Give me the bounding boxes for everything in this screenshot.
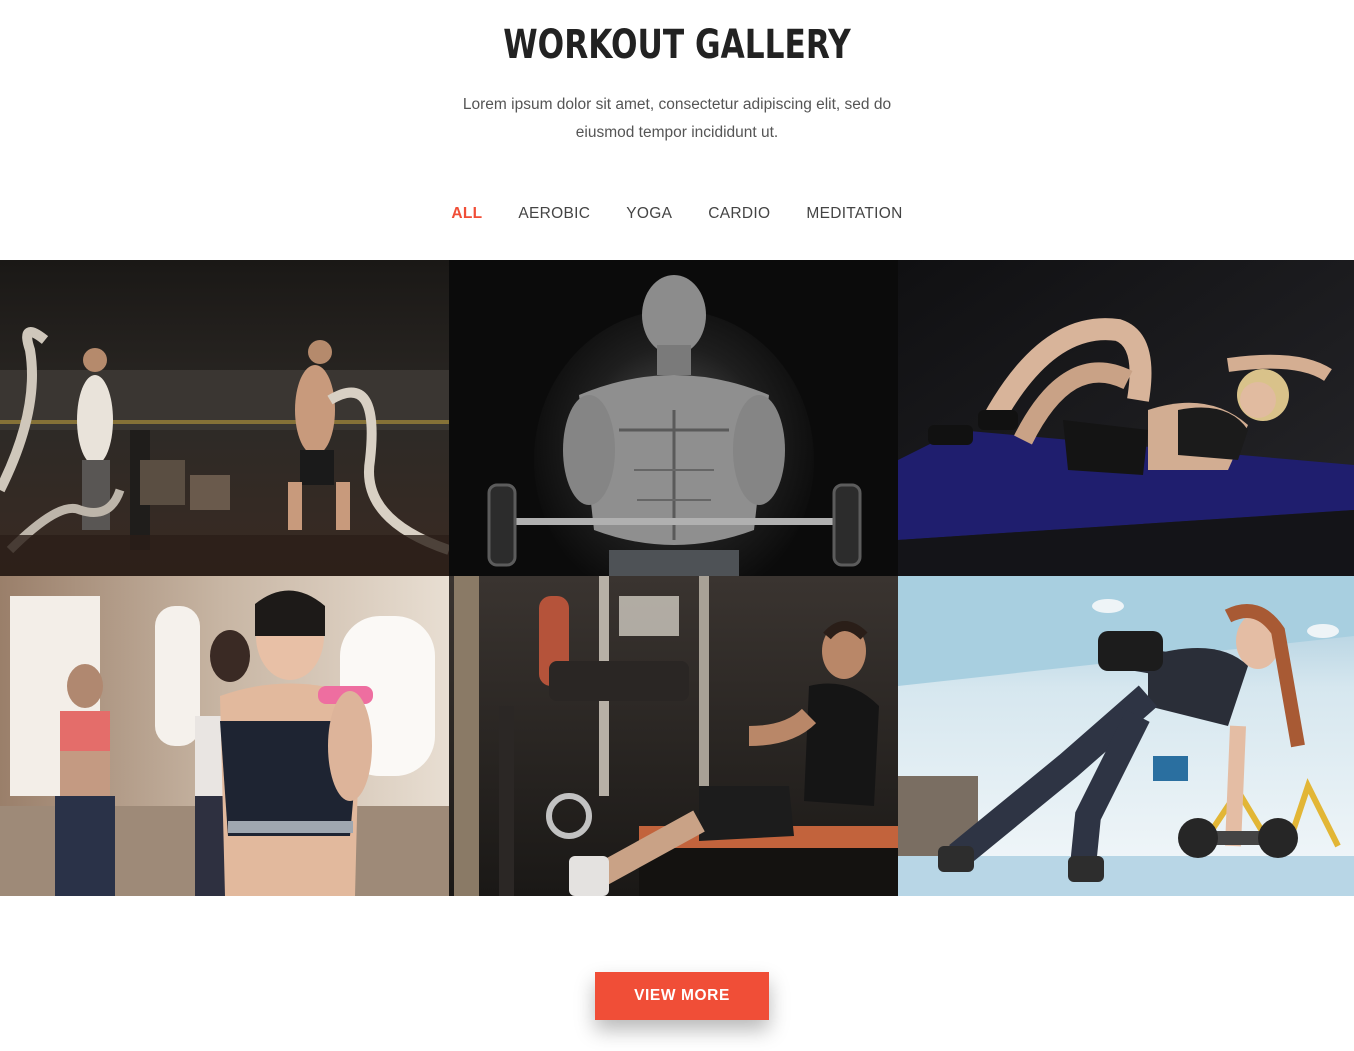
filter-cardio[interactable]: CARDIO [708,204,770,224]
barbell-curl-photo [449,260,898,576]
filter-all[interactable]: ALL [451,204,482,224]
page-title: WORKOUT GALLERY [503,22,851,68]
page-subtitle: Lorem ipsum dolor sit amet, consectetur … [427,91,927,147]
filter-aerobic[interactable]: AEROBIC [518,204,590,224]
subtitle-line-2: eiusmod tempor incididunt ut. [575,124,779,141]
view-more-button[interactable]: VIEW MORE [595,972,769,1020]
dumbbell-class-photo [0,576,449,896]
crunches-mat-photo [898,260,1354,576]
gallery-grid [0,260,1354,896]
gallery-filter-bar: ALL AEROBIC YOGA CARDIO MEDITATION [0,204,1354,224]
gallery-item-cable-row[interactable] [449,576,898,896]
subtitle-line-1: Lorem ipsum dolor sit amet, consectetur … [462,96,892,113]
filter-yoga[interactable]: YOGA [626,204,672,224]
gallery-item-barbell-curl[interactable] [449,260,898,576]
cable-row-photo [449,576,898,896]
gallery-item-dumbbell-class[interactable] [0,576,449,896]
gallery-item-battle-ropes[interactable] [0,260,449,576]
filter-meditation[interactable]: MEDITATION [806,204,902,224]
battle-ropes-photo [0,260,449,576]
dumbbell-plank-row-photo [898,576,1354,896]
gallery-item-plank-row[interactable] [898,576,1354,896]
gallery-item-crunches[interactable] [898,260,1354,576]
